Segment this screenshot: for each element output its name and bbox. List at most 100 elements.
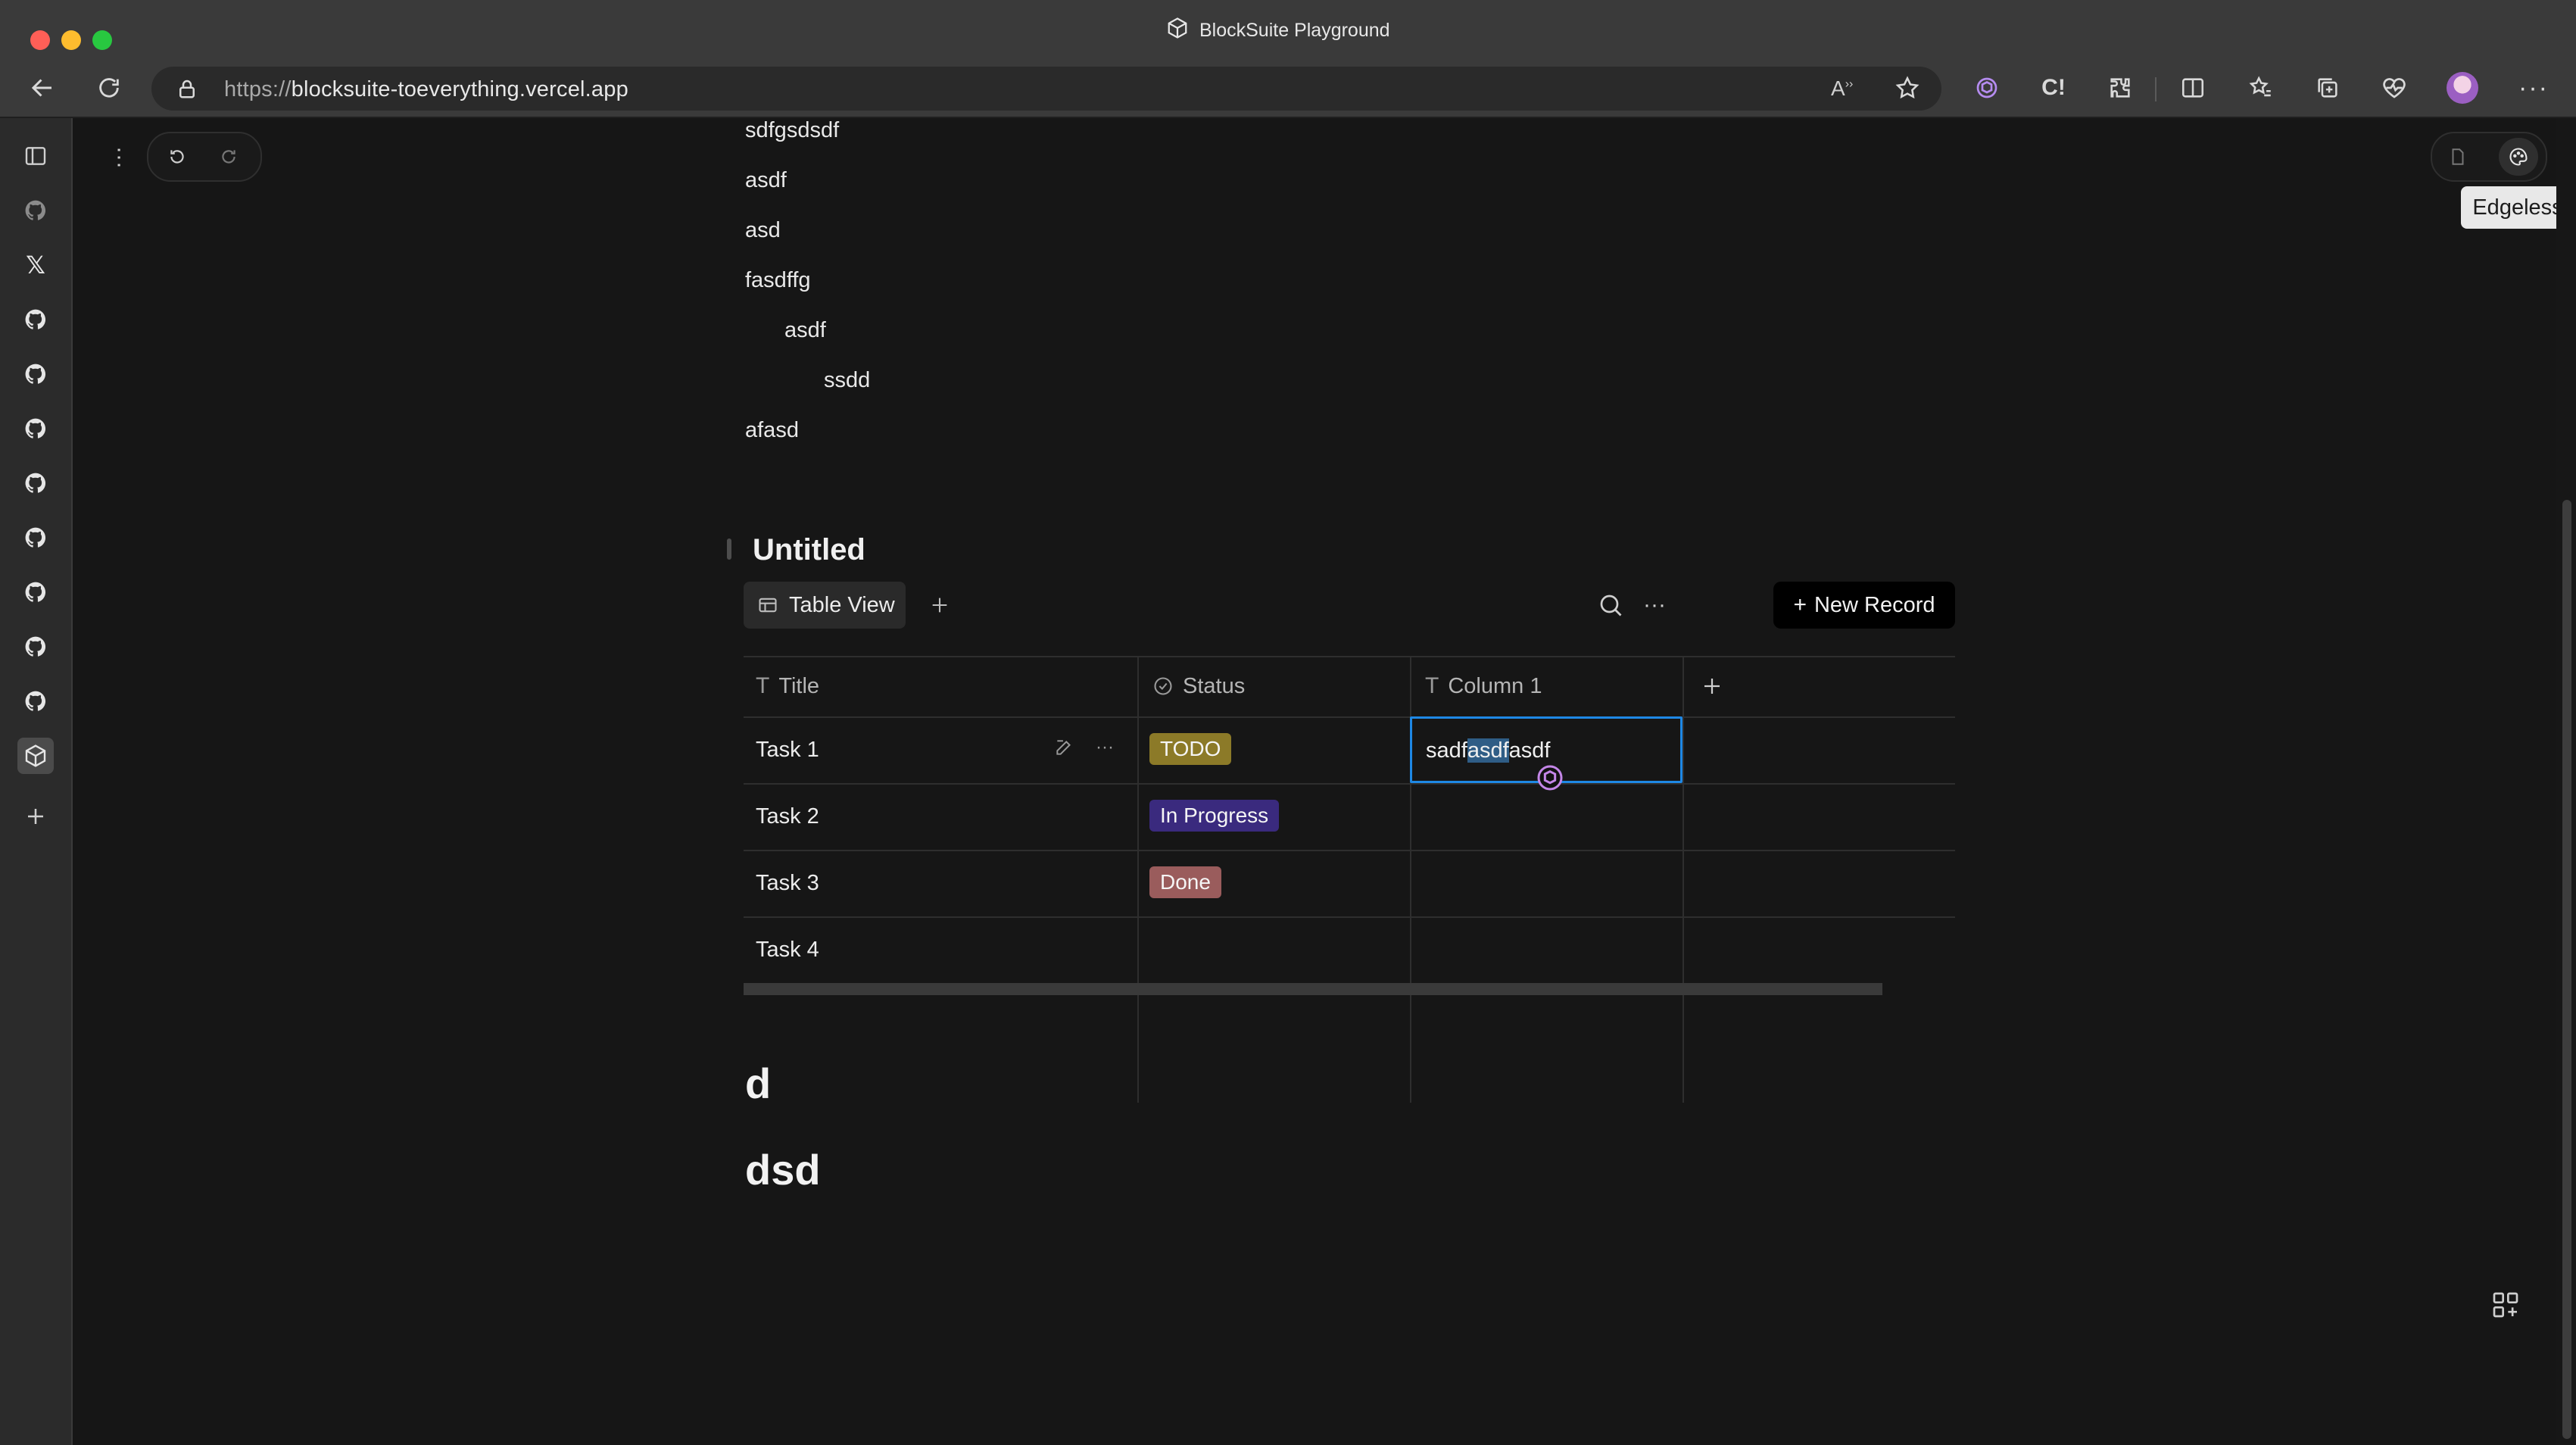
- plus-icon: [28, 809, 43, 824]
- sidebar-item-github-2[interactable]: [17, 301, 54, 338]
- table-view-tab[interactable]: Table View: [744, 582, 906, 629]
- reload-button[interactable]: [88, 67, 130, 109]
- status-tag-in-progress[interactable]: In Progress: [1149, 800, 1280, 832]
- favorites-list-icon: [2249, 76, 2271, 97]
- page-mode-button[interactable]: [2438, 138, 2478, 176]
- paragraph[interactable]: asdf: [745, 168, 787, 193]
- plus-icon: [1704, 679, 1720, 694]
- status-tag-done[interactable]: Done: [1149, 866, 1221, 898]
- favorites-button[interactable]: [2240, 67, 2282, 109]
- heading[interactable]: dsd: [745, 1145, 821, 1194]
- row-title-cell[interactable]: Task 4: [756, 938, 819, 963]
- column-header-status[interactable]: Status: [1152, 656, 1245, 716]
- undo-button[interactable]: [161, 140, 194, 173]
- editor-menu-button[interactable]: ···: [103, 141, 136, 174]
- cell-input-text[interactable]: sadfasdfasdf: [1426, 738, 1550, 763]
- github-icon: [25, 309, 46, 329]
- sidebar-item-github-5[interactable]: [17, 465, 54, 501]
- address-bar[interactable]: https://blocksuite-toeverything.vercel.a…: [151, 67, 1941, 111]
- sidebar-item-tabs[interactable]: [17, 138, 54, 174]
- table-horizontal-scrollbar[interactable]: [744, 983, 1882, 995]
- paragraph[interactable]: sdfgsdsdf: [745, 118, 839, 143]
- ellipsis-icon: ···: [1096, 737, 1114, 757]
- back-button[interactable]: [21, 67, 64, 109]
- text-selection-highlight: asdf: [1467, 738, 1509, 763]
- redo-button[interactable]: [212, 140, 245, 173]
- heading[interactable]: d: [745, 1059, 771, 1108]
- github-icon: [25, 364, 46, 384]
- search-icon: [1600, 595, 1622, 616]
- panel-icon: [25, 147, 46, 165]
- database-search-button[interactable]: [1593, 588, 1628, 623]
- window-title: BlockSuite Playground: [1166, 17, 1390, 42]
- quick-actions-button[interactable]: [2485, 1284, 2526, 1325]
- close-window-button[interactable]: [30, 30, 50, 50]
- github-icon: [25, 691, 46, 711]
- paragraph-indent-2[interactable]: ssdd: [824, 368, 870, 393]
- profile-button[interactable]: [2441, 67, 2484, 109]
- sidebar-add-button[interactable]: [17, 798, 54, 835]
- row-border: [744, 916, 1955, 918]
- puzzle-icon: [2110, 78, 2130, 98]
- edit-icon: [1056, 740, 1071, 755]
- paragraph[interactable]: fasdffg: [745, 268, 811, 293]
- row-title-cell[interactable]: Task 3: [756, 871, 819, 896]
- sidebar-item-github-4[interactable]: [17, 410, 54, 447]
- page-scrollbar-thumb[interactable]: [2562, 500, 2571, 1439]
- extensions-button[interactable]: [2099, 67, 2141, 109]
- new-record-button[interactable]: + New Record: [1773, 582, 1955, 629]
- sidebar-item-x[interactable]: 𝕏: [17, 247, 54, 283]
- collections-button[interactable]: [2306, 67, 2349, 109]
- row-title-cell[interactable]: Task 2: [756, 804, 819, 829]
- paragraph[interactable]: afasd: [745, 418, 799, 443]
- blocksuite-icon: [25, 744, 46, 767]
- sidebar-item-github-8[interactable]: [17, 629, 54, 665]
- ellipsis-icon: ···: [2518, 73, 2549, 102]
- sidebar-item-github-7[interactable]: [17, 574, 54, 610]
- minimize-window-button[interactable]: [61, 30, 81, 50]
- status-tag-todo[interactable]: TODO: [1149, 733, 1232, 765]
- chatgpt-floating-icon[interactable]: [1535, 763, 1565, 797]
- title-bar: BlockSuite Playground: [0, 0, 2576, 61]
- row-more-button[interactable]: ···: [1090, 733, 1119, 762]
- ci-extension-button[interactable]: C!: [2032, 67, 2075, 109]
- chatgpt-extension-button[interactable]: [1966, 67, 2008, 109]
- sidebar-item-blocksuite[interactable]: [17, 738, 54, 774]
- page-content: ··· Edgeless sdfgsdsdf asdf asd fasdffg …: [73, 118, 2574, 1445]
- column-divider: [1683, 656, 1684, 1103]
- add-column-button[interactable]: [1701, 656, 1723, 716]
- database-drag-handle[interactable]: [727, 538, 731, 560]
- read-aloud-icon[interactable]: A››: [1831, 76, 1853, 101]
- browser-essentials-button[interactable]: [2373, 67, 2415, 109]
- favorite-star-icon[interactable]: [1895, 75, 1920, 105]
- table-view-icon: [759, 598, 777, 613]
- sidebar-item-github-9[interactable]: [17, 683, 54, 719]
- github-icon: [25, 582, 46, 602]
- column-header-title[interactable]: T Title: [756, 656, 819, 716]
- chatgpt-icon: [1976, 77, 1997, 98]
- text-type-icon: T: [756, 673, 770, 698]
- url-protocol: https://: [224, 77, 292, 101]
- url-text[interactable]: https://blocksuite-toeverything.vercel.a…: [224, 77, 628, 102]
- edgeless-mode-button[interactable]: [2499, 138, 2538, 176]
- add-view-button[interactable]: [922, 588, 957, 623]
- maximize-window-button[interactable]: [92, 30, 112, 50]
- database-more-button[interactable]: ···: [1637, 588, 1672, 623]
- header-bottom-border: [744, 716, 1955, 718]
- sidebar-item-github-1[interactable]: [17, 192, 54, 229]
- paragraph-indent-1[interactable]: asdf: [784, 318, 826, 343]
- url-host: blocksuite-toeverything.vercel.app: [291, 77, 628, 101]
- column-1-cell-editing[interactable]: sadfasdfasdf: [1410, 716, 1683, 791]
- sidebar-item-github-3[interactable]: [17, 356, 54, 392]
- row-title-cell[interactable]: Task 1: [756, 738, 819, 763]
- more-options-button[interactable]: ···: [2512, 67, 2555, 109]
- sidebar-item-github-6[interactable]: [17, 520, 54, 556]
- paragraph[interactable]: asd: [745, 218, 781, 243]
- database-title[interactable]: Untitled: [753, 533, 865, 567]
- column-header-label: Column 1: [1448, 673, 1542, 698]
- lock-icon: [176, 77, 198, 104]
- column-header-label: Status: [1183, 673, 1246, 698]
- split-screen-button[interactable]: [2172, 67, 2214, 109]
- row-edit-button[interactable]: [1049, 733, 1078, 762]
- column-header-column-1[interactable]: T Column 1: [1425, 656, 1542, 716]
